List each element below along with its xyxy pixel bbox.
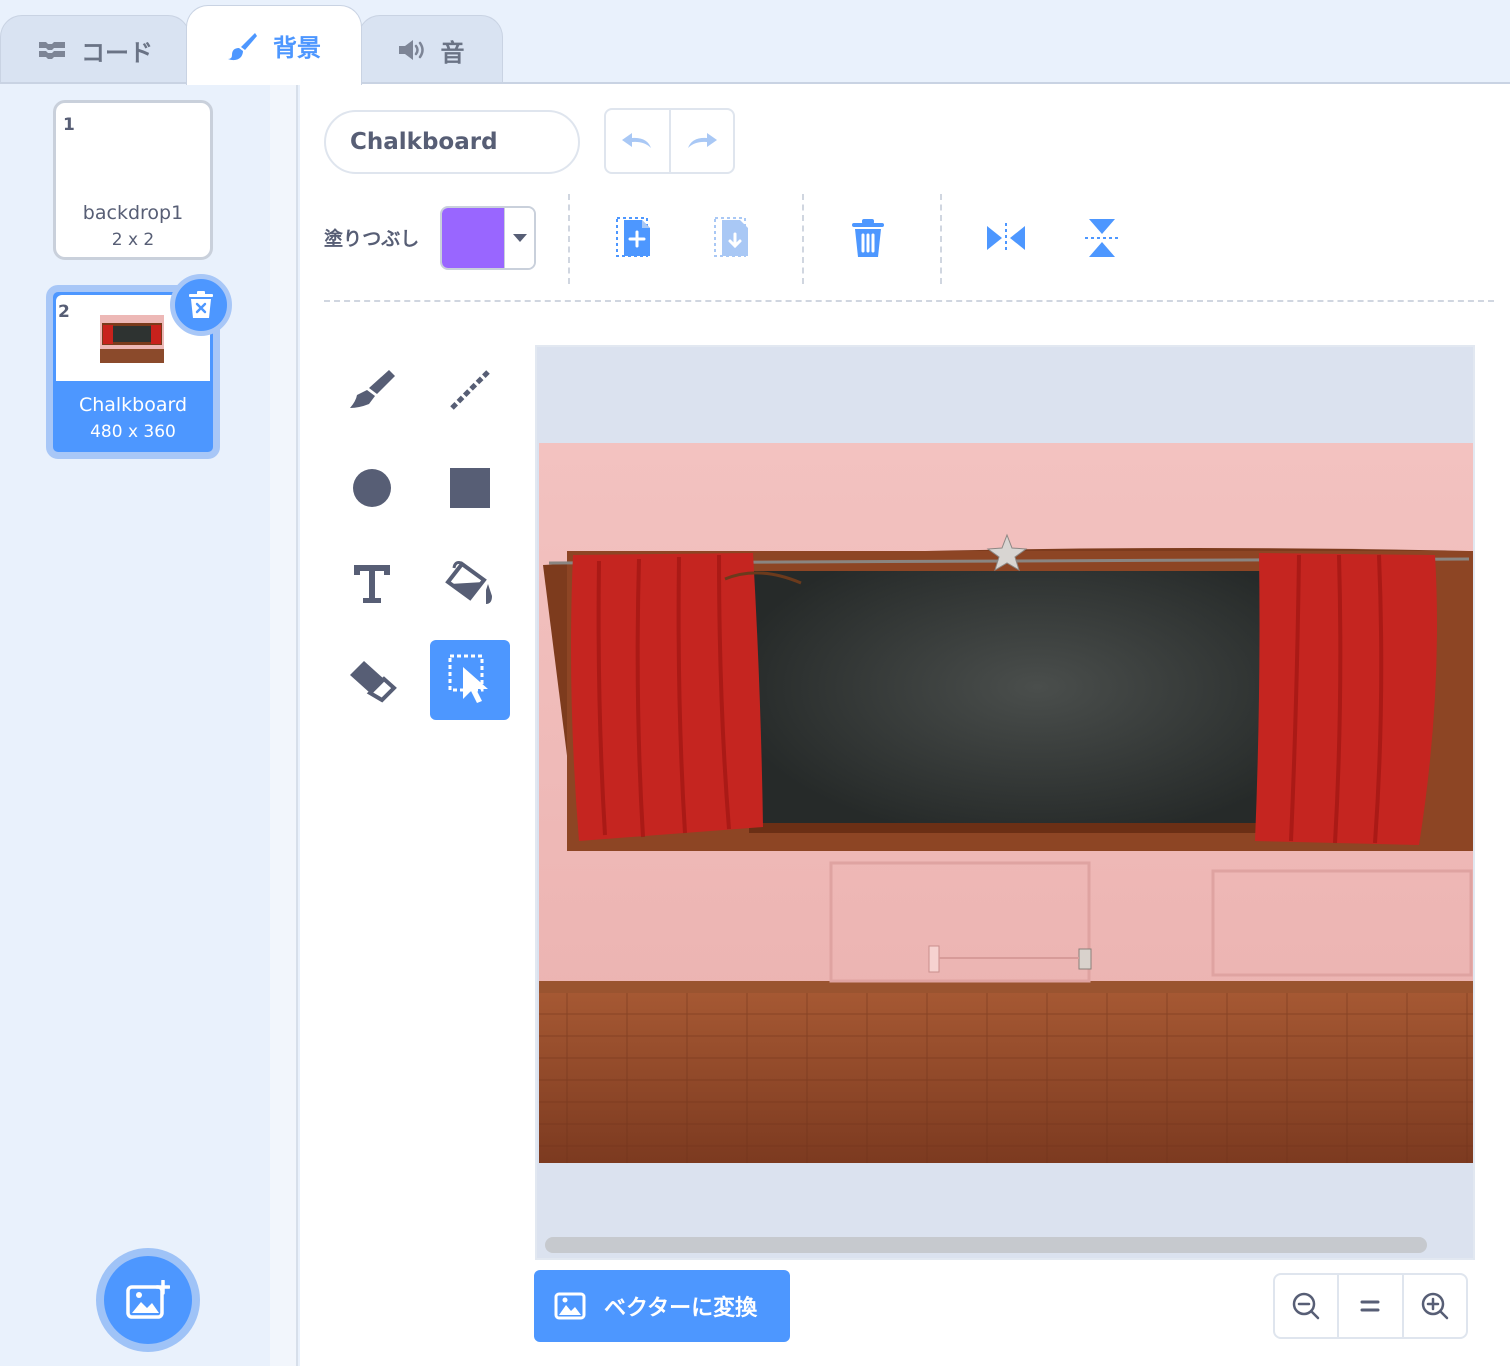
- equals-icon: [1360, 1298, 1380, 1314]
- flip-horizontal-icon: [984, 221, 1028, 255]
- redo-button[interactable]: [668, 110, 734, 172]
- costume-size: 480 x 360: [90, 422, 176, 442]
- image-icon: [554, 1292, 586, 1320]
- circle-tool[interactable]: [332, 448, 412, 528]
- copy-icon: [712, 215, 752, 261]
- delete-button[interactable]: [844, 214, 892, 262]
- paste-button[interactable]: [610, 214, 658, 262]
- add-backdrop-icon: [126, 1280, 170, 1320]
- flip-vertical-button[interactable]: [1078, 214, 1126, 262]
- flip-horizontal-button[interactable]: [982, 214, 1030, 262]
- fill-color-swatch: [442, 208, 504, 268]
- trash-icon: [849, 217, 887, 259]
- convert-to-vector-label: ベクターに変換: [604, 1296, 758, 1321]
- costume-name-input[interactable]: Chalkboard: [324, 110, 580, 174]
- costume-number: 1: [63, 115, 75, 135]
- costume-name: Chalkboard: [78, 394, 188, 416]
- fill-label: 塗りつぶし: [324, 228, 420, 250]
- zoom-reset-button[interactable]: [1337, 1275, 1401, 1337]
- line-icon: [448, 368, 492, 412]
- toolbar-divider: [940, 194, 942, 284]
- costume-name: backdrop1: [82, 202, 184, 224]
- redo-icon: [685, 131, 719, 151]
- select-cursor-icon: [447, 653, 493, 707]
- toolbar-divider: [568, 194, 570, 284]
- line-tool[interactable]: [430, 350, 510, 430]
- editor-tabs: コード 音 背景: [0, 0, 1510, 85]
- chalkboard-backdrop-image: [539, 443, 1473, 1163]
- zoom-out-button[interactable]: [1275, 1275, 1337, 1337]
- zoom-out-icon: [1291, 1291, 1321, 1321]
- eraser-icon: [346, 657, 398, 703]
- tab-backdrops-label: 背景: [273, 34, 321, 62]
- circle-icon: [351, 467, 393, 509]
- panel-separator: [270, 84, 298, 1366]
- paint-canvas[interactable]: [535, 345, 1475, 1260]
- choose-backdrop-button[interactable]: [96, 1248, 200, 1352]
- copy-button[interactable]: [708, 214, 756, 262]
- delete-costume-button[interactable]: [170, 274, 232, 336]
- undo-redo-group: [604, 108, 735, 174]
- costume-list: [0, 84, 270, 1366]
- tab-backdrops[interactable]: 背景: [186, 5, 362, 85]
- toolbar-separator: [324, 300, 1494, 302]
- convert-to-vector-button[interactable]: ベクターに変換: [534, 1270, 790, 1342]
- rectangle-icon: [450, 468, 490, 508]
- code-blocks-icon: [37, 39, 67, 61]
- paste-icon: [614, 215, 654, 261]
- speaker-icon: [397, 38, 427, 62]
- tab-code-label: コード: [81, 38, 153, 67]
- zoom-in-icon: [1420, 1291, 1450, 1321]
- text-icon: [352, 563, 392, 605]
- fill-tool[interactable]: [430, 544, 510, 624]
- costume-item-backdrop1[interactable]: 1 backdrop1 2 x 2: [53, 100, 213, 260]
- costume-size: 2 x 2: [111, 230, 155, 250]
- zoom-in-button[interactable]: [1401, 1275, 1466, 1337]
- horizontal-scrollbar[interactable]: [545, 1237, 1427, 1253]
- text-tool[interactable]: [332, 544, 412, 624]
- fill-color-picker[interactable]: [440, 206, 536, 270]
- paint-bucket-icon: [444, 560, 496, 608]
- chevron-down-icon: [504, 208, 534, 268]
- paintbrush-icon: [227, 31, 259, 61]
- select-tool[interactable]: [430, 640, 510, 720]
- rectangle-tool[interactable]: [430, 448, 510, 528]
- flip-vertical-icon: [1083, 216, 1121, 260]
- costume-thumbnail: [100, 315, 164, 363]
- undo-button[interactable]: [606, 110, 669, 172]
- brush-tool[interactable]: [332, 350, 412, 430]
- eraser-tool[interactable]: [332, 640, 412, 720]
- tab-sounds-label: 音: [440, 38, 465, 67]
- tab-sounds[interactable]: 音: [358, 15, 503, 84]
- costume-number: 2: [58, 302, 70, 322]
- tab-code[interactable]: コード: [0, 15, 190, 84]
- undo-icon: [620, 131, 654, 151]
- brush-icon: [347, 368, 397, 412]
- trash-icon: [188, 290, 214, 320]
- toolbar-divider: [802, 194, 804, 284]
- zoom-controls: [1273, 1273, 1468, 1339]
